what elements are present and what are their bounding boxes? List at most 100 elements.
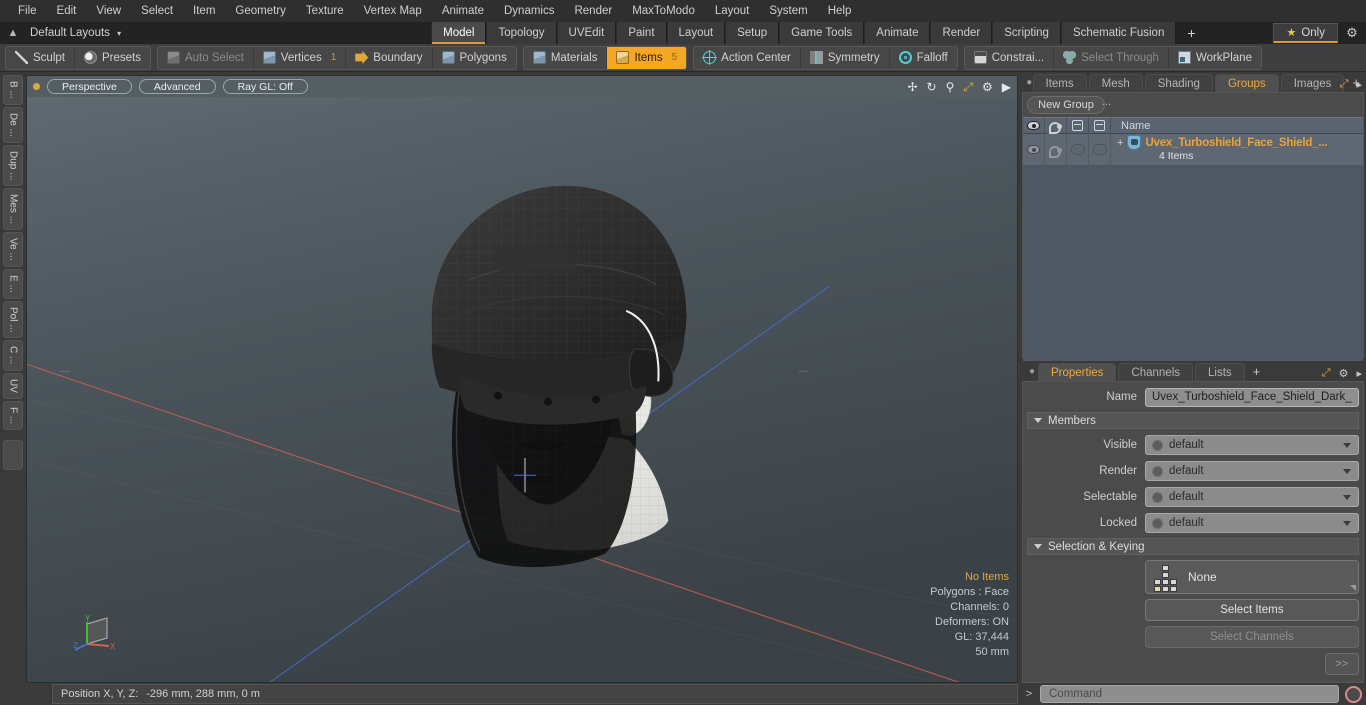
panel-options-arrow-icon[interactable]: ▸ bbox=[1356, 367, 1362, 380]
boundary-mode-button[interactable]: Boundary bbox=[346, 46, 433, 69]
fit-icon[interactable]: ⤢ bbox=[963, 81, 973, 93]
menu-item-animate[interactable]: Animate bbox=[432, 0, 494, 22]
left-tab-mesh[interactable]: Mes ... bbox=[3, 188, 23, 231]
default-layouts-dropdown[interactable]: Default Layouts ▾ bbox=[26, 27, 129, 39]
add-tab-button[interactable]: + bbox=[1247, 363, 1267, 381]
presets-button[interactable]: Presets bbox=[75, 47, 150, 69]
menu-item-edit[interactable]: Edit bbox=[47, 0, 87, 22]
menu-item-geometry[interactable]: Geometry bbox=[225, 0, 296, 22]
channel-dot-icon[interactable] bbox=[1152, 439, 1163, 451]
tab-shading[interactable]: Shading bbox=[1144, 74, 1213, 92]
vertices-mode-button[interactable]: Vertices 1 bbox=[254, 46, 347, 69]
select-items-button[interactable]: Select Items bbox=[1145, 599, 1359, 621]
menu-item-vertex-map[interactable]: Vertex Map bbox=[354, 0, 432, 22]
col-visible-header[interactable] bbox=[1023, 117, 1045, 134]
play-icon[interactable]: ▶ bbox=[1002, 81, 1011, 93]
left-tab-curve[interactable]: C ... bbox=[3, 340, 23, 371]
polygons-mode-button[interactable]: Polygons bbox=[433, 47, 516, 69]
rotate-icon[interactable]: ↻ bbox=[927, 81, 937, 93]
left-tab-duplicate[interactable]: Dup ... bbox=[3, 144, 23, 187]
menu-item-item[interactable]: Item bbox=[183, 0, 225, 22]
left-tab-polygon[interactable]: Pol ... bbox=[3, 300, 23, 339]
panel-options-arrow-icon[interactable]: ▸ bbox=[1356, 78, 1362, 91]
gear-icon[interactable]: ⚙ bbox=[1338, 25, 1366, 41]
col-render-header[interactable] bbox=[1045, 117, 1067, 134]
table-row[interactable]: + Uvex_Turboshield_Face_Shield_... 4 Ite… bbox=[1023, 134, 1363, 165]
left-tab-edge[interactable]: E ... bbox=[3, 268, 23, 299]
members-section-header[interactable]: Members bbox=[1027, 412, 1359, 429]
tab-lists[interactable]: Lists bbox=[1195, 363, 1245, 381]
row-shape2-toggle[interactable] bbox=[1089, 134, 1111, 165]
selectable-dropdown[interactable]: default bbox=[1145, 487, 1359, 507]
auto-select-button[interactable]: Auto Select bbox=[158, 46, 254, 69]
left-tab-basic[interactable]: B ... bbox=[3, 75, 23, 105]
menu-item-dynamics[interactable]: Dynamics bbox=[494, 0, 564, 22]
menu-item-layout[interactable]: Layout bbox=[705, 0, 760, 22]
layout-tab-schematic-fusion[interactable]: Schematic Fusion bbox=[1060, 22, 1177, 44]
home-icon[interactable]: ▲ bbox=[0, 27, 26, 39]
menu-item-file[interactable]: File bbox=[8, 0, 47, 22]
viewport-projection-selector[interactable]: Perspective bbox=[47, 79, 132, 94]
select-channels-button[interactable]: Select Channels bbox=[1145, 626, 1359, 648]
layout-tab-topology[interactable]: Topology bbox=[486, 22, 557, 44]
tab-items[interactable]: Items bbox=[1032, 74, 1087, 92]
panel-menu-dot[interactable]: ● bbox=[1026, 363, 1038, 381]
layout-tab-paint[interactable]: Paint bbox=[616, 22, 667, 44]
row-visible-toggle[interactable] bbox=[1023, 134, 1045, 165]
group-tree-body[interactable]: + Uvex_Turboshield_Face_Shield_... 4 Ite… bbox=[1023, 134, 1363, 388]
action-center-button[interactable]: Action Center bbox=[694, 46, 801, 69]
viewport-raygl-selector[interactable]: Ray GL: Off bbox=[222, 79, 308, 94]
only-toggle-button[interactable]: ★ Only bbox=[1273, 23, 1338, 43]
sculpt-button[interactable]: Sculpt bbox=[6, 46, 75, 69]
left-tab-fusion[interactable]: F ... bbox=[3, 400, 23, 430]
tab-mesh[interactable]: Mesh ... bbox=[1088, 74, 1143, 108]
name-input[interactable]: Uvex_Turboshield_Face_Shield_Dark_ bbox=[1145, 387, 1359, 407]
menu-item-system[interactable]: System bbox=[759, 0, 817, 22]
layout-tab-model[interactable]: Model bbox=[431, 22, 487, 44]
viewport-3d-canvas[interactable]: Y X Z No Items Polygons : Face Channels:… bbox=[27, 97, 1017, 682]
menu-item-maxtomodo[interactable]: MaxToModo bbox=[622, 0, 705, 22]
left-tab-extra[interactable] bbox=[3, 439, 23, 470]
more-options-button[interactable]: >> bbox=[1324, 653, 1359, 675]
left-tab-vertex[interactable]: Ve ... bbox=[3, 232, 23, 267]
gear-icon[interactable]: ⚙ bbox=[982, 81, 993, 93]
channel-dot-icon[interactable] bbox=[1152, 517, 1163, 529]
axis-gizmo[interactable]: Y X Z bbox=[73, 612, 121, 660]
render-dropdown[interactable]: default bbox=[1145, 461, 1359, 481]
symmetry-button[interactable]: Symmetry bbox=[801, 46, 890, 69]
layout-tab-layout[interactable]: Layout bbox=[666, 22, 726, 44]
viewport-shading-selector[interactable]: Advanced bbox=[138, 79, 216, 94]
viewport-menu-dot[interactable] bbox=[33, 83, 40, 90]
visible-dropdown[interactable]: default bbox=[1145, 435, 1359, 455]
menu-item-view[interactable]: View bbox=[86, 0, 131, 22]
menu-item-texture[interactable]: Texture bbox=[296, 0, 354, 22]
add-layout-tab-button[interactable]: + bbox=[1176, 22, 1206, 44]
materials-mode-button[interactable]: Materials bbox=[524, 46, 608, 69]
group-name[interactable]: Uvex_Turboshield_Face_Shield_... bbox=[1145, 137, 1327, 149]
selection-set-button[interactable]: None bbox=[1145, 560, 1359, 594]
record-led-icon[interactable] bbox=[1345, 685, 1362, 703]
layout-tab-animate[interactable]: Animate bbox=[864, 22, 931, 44]
command-input[interactable]: Command bbox=[1040, 685, 1339, 703]
maximize-icon[interactable]: ⤢ bbox=[1340, 78, 1349, 91]
channel-dot-icon[interactable] bbox=[1152, 465, 1163, 477]
layout-tab-scripting[interactable]: Scripting bbox=[992, 22, 1061, 44]
left-tab-deform[interactable]: De ... bbox=[3, 106, 23, 143]
magnify-icon[interactable]: ⚲ bbox=[946, 81, 955, 93]
group-tree-empty-area[interactable] bbox=[1023, 165, 1363, 388]
selection-keying-section-header[interactable]: Selection & Keying bbox=[1027, 538, 1359, 555]
items-mode-button[interactable]: Items 5 bbox=[607, 46, 687, 69]
tab-groups[interactable]: Groups bbox=[1214, 74, 1279, 92]
tab-properties[interactable]: Properties bbox=[1038, 363, 1117, 381]
row-render-toggle[interactable] bbox=[1045, 134, 1067, 165]
panel-menu-dot[interactable]: ● bbox=[1026, 74, 1033, 92]
gear-icon[interactable]: ⚙ bbox=[1339, 367, 1349, 380]
tab-channels[interactable]: Channels bbox=[1118, 363, 1194, 381]
select-through-button[interactable]: Select Through bbox=[1054, 46, 1169, 69]
tab-images[interactable]: Images bbox=[1280, 74, 1345, 92]
move-icon[interactable]: ✢ bbox=[907, 81, 917, 93]
constraint-button[interactable]: Constrai... bbox=[965, 46, 1055, 69]
locked-dropdown[interactable]: default bbox=[1145, 513, 1359, 533]
new-group-button[interactable]: New Group bbox=[1027, 96, 1105, 114]
menu-item-select[interactable]: Select bbox=[131, 0, 183, 22]
